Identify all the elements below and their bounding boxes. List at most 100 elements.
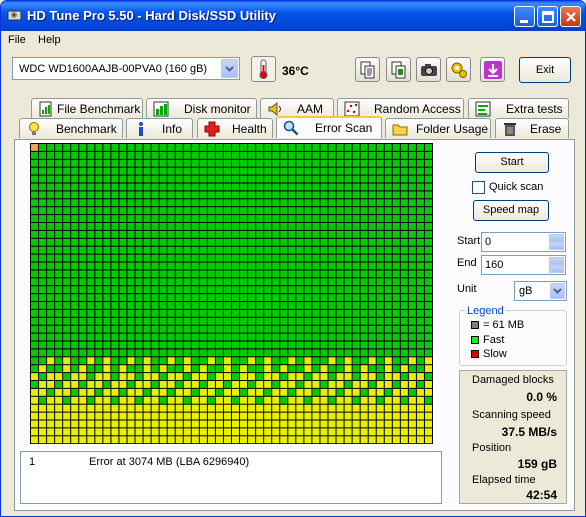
- scan-block: [304, 286, 312, 294]
- scan-block: [360, 373, 368, 380]
- scan-block: [199, 215, 207, 222]
- tab-folder-usage[interactable]: Folder Usage: [385, 118, 491, 138]
- scan-block: [336, 294, 344, 301]
- scan-block: [400, 317, 408, 325]
- scan-block: [135, 159, 143, 167]
- scan-block: [39, 302, 47, 309]
- speed-map-button[interactable]: Speed map: [473, 200, 549, 221]
- start-field[interactable]: 0: [481, 232, 566, 252]
- scan-block: [63, 373, 71, 380]
- close-button[interactable]: [560, 6, 581, 27]
- menu-file[interactable]: File: [8, 34, 26, 46]
- tab-benchmark[interactable]: Benchmark: [19, 118, 123, 138]
- tab-label: Health: [232, 122, 267, 136]
- scan-block: [400, 144, 408, 151]
- scan-block: [119, 396, 127, 404]
- quick-scan-label[interactable]: Quick scan: [489, 181, 543, 193]
- scan-block: [47, 223, 55, 230]
- scan-block: [288, 428, 296, 436]
- scan-block: [79, 428, 87, 436]
- screenshot-button[interactable]: [416, 57, 441, 82]
- tab-erase[interactable]: Erase: [495, 118, 569, 138]
- scan-block: [408, 159, 416, 167]
- scan-block: [135, 404, 143, 412]
- scan-block: [384, 167, 392, 175]
- scan-block: [167, 341, 175, 349]
- chevron-down-icon[interactable]: [221, 59, 238, 78]
- scan-block: [400, 254, 408, 262]
- spin-up-icon[interactable]: [549, 257, 564, 265]
- scan-block: [31, 199, 39, 207]
- scan-block: [264, 254, 272, 262]
- scan-block: [135, 223, 143, 230]
- scan-block: [175, 246, 183, 254]
- scan-block: [71, 412, 79, 420]
- copy-text-button[interactable]: [355, 57, 380, 82]
- scan-block: [159, 388, 167, 396]
- scan-block: [424, 183, 432, 191]
- scan-block: [191, 396, 199, 404]
- end-field[interactable]: 160: [481, 255, 566, 275]
- scan-block: [248, 199, 256, 207]
- options-button[interactable]: [446, 57, 471, 82]
- scan-block: [127, 317, 135, 325]
- tab-file-benchmark[interactable]: File Benchmark: [31, 98, 143, 118]
- spin-up-icon[interactable]: [549, 234, 564, 242]
- scan-block: [167, 428, 175, 436]
- scan-block: [63, 278, 71, 286]
- spin-down-icon[interactable]: [549, 242, 564, 250]
- scan-block: [232, 215, 240, 222]
- scan-block: [79, 238, 87, 246]
- copy-screenshot-button[interactable]: [386, 57, 411, 82]
- chevron-down-icon[interactable]: [550, 283, 565, 299]
- scan-block: [408, 278, 416, 286]
- scan-block: [167, 309, 175, 317]
- scan-block: [368, 167, 376, 175]
- temperature-button[interactable]: [251, 56, 276, 82]
- error-log-list[interactable]: 1 Error at 3074 MB (LBA 6296940): [20, 451, 442, 504]
- scan-block: [207, 302, 215, 309]
- tab-error-scan[interactable]: Error Scan: [276, 116, 382, 138]
- scan-block: [240, 302, 248, 309]
- minimize-button[interactable]: [514, 6, 535, 27]
- menu-help[interactable]: Help: [38, 34, 61, 46]
- save-button[interactable]: [480, 57, 505, 82]
- maximize-button[interactable]: [537, 6, 558, 27]
- tab-extra-tests[interactable]: Extra tests: [468, 98, 569, 118]
- scan-block: [63, 262, 71, 270]
- title-bar[interactable]: HD Tune Pro 5.50 - Hard Disk/SSD Utility: [1, 1, 585, 31]
- drive-select[interactable]: WDC WD1600AAJB-00PVA0 (160 gB): [12, 57, 240, 80]
- quick-scan-checkbox[interactable]: [472, 181, 485, 194]
- scan-block: [111, 199, 119, 207]
- scan-block: [199, 144, 207, 151]
- scan-block: [424, 246, 432, 254]
- scan-block: [328, 278, 336, 286]
- scan-block: [111, 238, 119, 246]
- scan-block: [103, 262, 111, 270]
- tab-disk-monitor[interactable]: Disk monitor: [146, 98, 257, 118]
- scan-block: [256, 333, 264, 341]
- scan-block: [55, 396, 63, 404]
- tab-health[interactable]: Health: [197, 118, 273, 138]
- scan-block: [312, 302, 320, 309]
- tab-info[interactable]: Info: [126, 118, 193, 138]
- spin-down-icon[interactable]: [549, 265, 564, 273]
- scan-block: [159, 254, 167, 262]
- scan-block: [312, 341, 320, 349]
- unit-select[interactable]: gB: [514, 281, 567, 301]
- scan-block: [135, 388, 143, 396]
- exit-button[interactable]: Exit: [519, 57, 571, 83]
- scan-block: [151, 254, 159, 262]
- scan-block: [95, 238, 103, 246]
- scan-block: [320, 278, 328, 286]
- tab-random-access[interactable]: Random Access: [337, 98, 464, 118]
- scan-block: [175, 357, 183, 365]
- start-button[interactable]: Start: [475, 152, 549, 173]
- scan-block: [183, 207, 191, 215]
- block-map-canvas: [31, 144, 432, 444]
- scan-block: [167, 286, 175, 294]
- scan-block: [63, 199, 71, 207]
- scan-block: [151, 341, 159, 349]
- scan-block: [127, 309, 135, 317]
- tab-aam[interactable]: AAM: [260, 98, 334, 118]
